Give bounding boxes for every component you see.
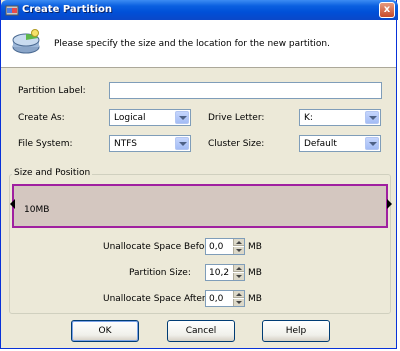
cluster-size-value: Default xyxy=(304,139,337,149)
instruction-text: Please specify the size and the location… xyxy=(54,39,330,49)
header-panel: Please specify the size and the location… xyxy=(1,20,396,68)
chevron-down-icon[interactable] xyxy=(365,137,379,150)
unalloc-after-unit: MB xyxy=(248,294,262,304)
partition-label-input[interactable] xyxy=(109,82,382,99)
chevron-down-icon[interactable] xyxy=(175,111,189,124)
unalloc-after-label: Unallocate Space After: xyxy=(103,294,209,304)
size-position-title: Size and Position xyxy=(12,168,93,178)
drive-letter-label: Drive Letter: xyxy=(208,113,265,123)
drive-letter-value: K: xyxy=(304,113,313,123)
left-resize-handle-icon[interactable] xyxy=(10,199,15,209)
unalloc-after-spinner[interactable]: 0,0 xyxy=(205,290,245,307)
help-button[interactable]: Help xyxy=(262,320,330,342)
partition-size-label: Partition Size: xyxy=(129,268,191,278)
file-system-select[interactable]: NTFS xyxy=(109,135,191,152)
title-bar[interactable]: Create Partition x xyxy=(1,0,398,20)
partition-app-icon xyxy=(5,5,19,16)
create-as-value: Logical xyxy=(114,113,146,123)
partition-size-spinner[interactable]: 10,2 xyxy=(205,264,245,281)
drive-letter-select[interactable]: K: xyxy=(299,109,381,126)
unalloc-before-unit: MB xyxy=(248,242,262,252)
unalloc-before-label: Unallocate Space Before: xyxy=(103,242,217,252)
disk-partition-icon xyxy=(12,29,40,54)
unalloc-before-value: 0,0 xyxy=(209,242,224,252)
chevron-down-icon[interactable] xyxy=(175,137,189,150)
file-system-label: File System: xyxy=(18,139,73,149)
create-partition-dialog: Create Partition x Please specify the si… xyxy=(0,0,398,349)
close-button[interactable]: x xyxy=(379,2,395,18)
spin-down-icon[interactable] xyxy=(233,273,244,280)
cluster-size-label: Cluster Size: xyxy=(208,139,265,149)
right-resize-handle-icon[interactable] xyxy=(387,199,392,209)
chevron-down-icon[interactable] xyxy=(365,111,379,124)
unalloc-before-spinner[interactable]: 0,0 xyxy=(205,238,245,255)
spin-down-icon[interactable] xyxy=(233,299,244,306)
cluster-size-select[interactable]: Default xyxy=(299,135,381,152)
spin-up-icon[interactable] xyxy=(233,291,244,298)
cancel-button[interactable]: Cancel xyxy=(167,320,235,342)
partition-label-label: Partition Label: xyxy=(18,86,86,96)
partition-size-unit: MB xyxy=(248,268,262,278)
create-as-select[interactable]: Logical xyxy=(109,109,191,126)
spin-down-icon[interactable] xyxy=(233,247,244,254)
spin-up-icon[interactable] xyxy=(233,265,244,272)
partition-size-value: 10,2 xyxy=(209,268,230,278)
unalloc-after-value: 0,0 xyxy=(209,294,224,304)
ok-button[interactable]: OK xyxy=(71,320,139,342)
partition-size-bar[interactable]: 10MB xyxy=(12,184,388,228)
partition-size-bar-label: 10MB xyxy=(24,205,50,215)
window-title: Create Partition xyxy=(22,4,112,15)
spin-up-icon[interactable] xyxy=(233,239,244,246)
file-system-value: NTFS xyxy=(114,139,137,149)
create-as-label: Create As: xyxy=(18,113,65,123)
